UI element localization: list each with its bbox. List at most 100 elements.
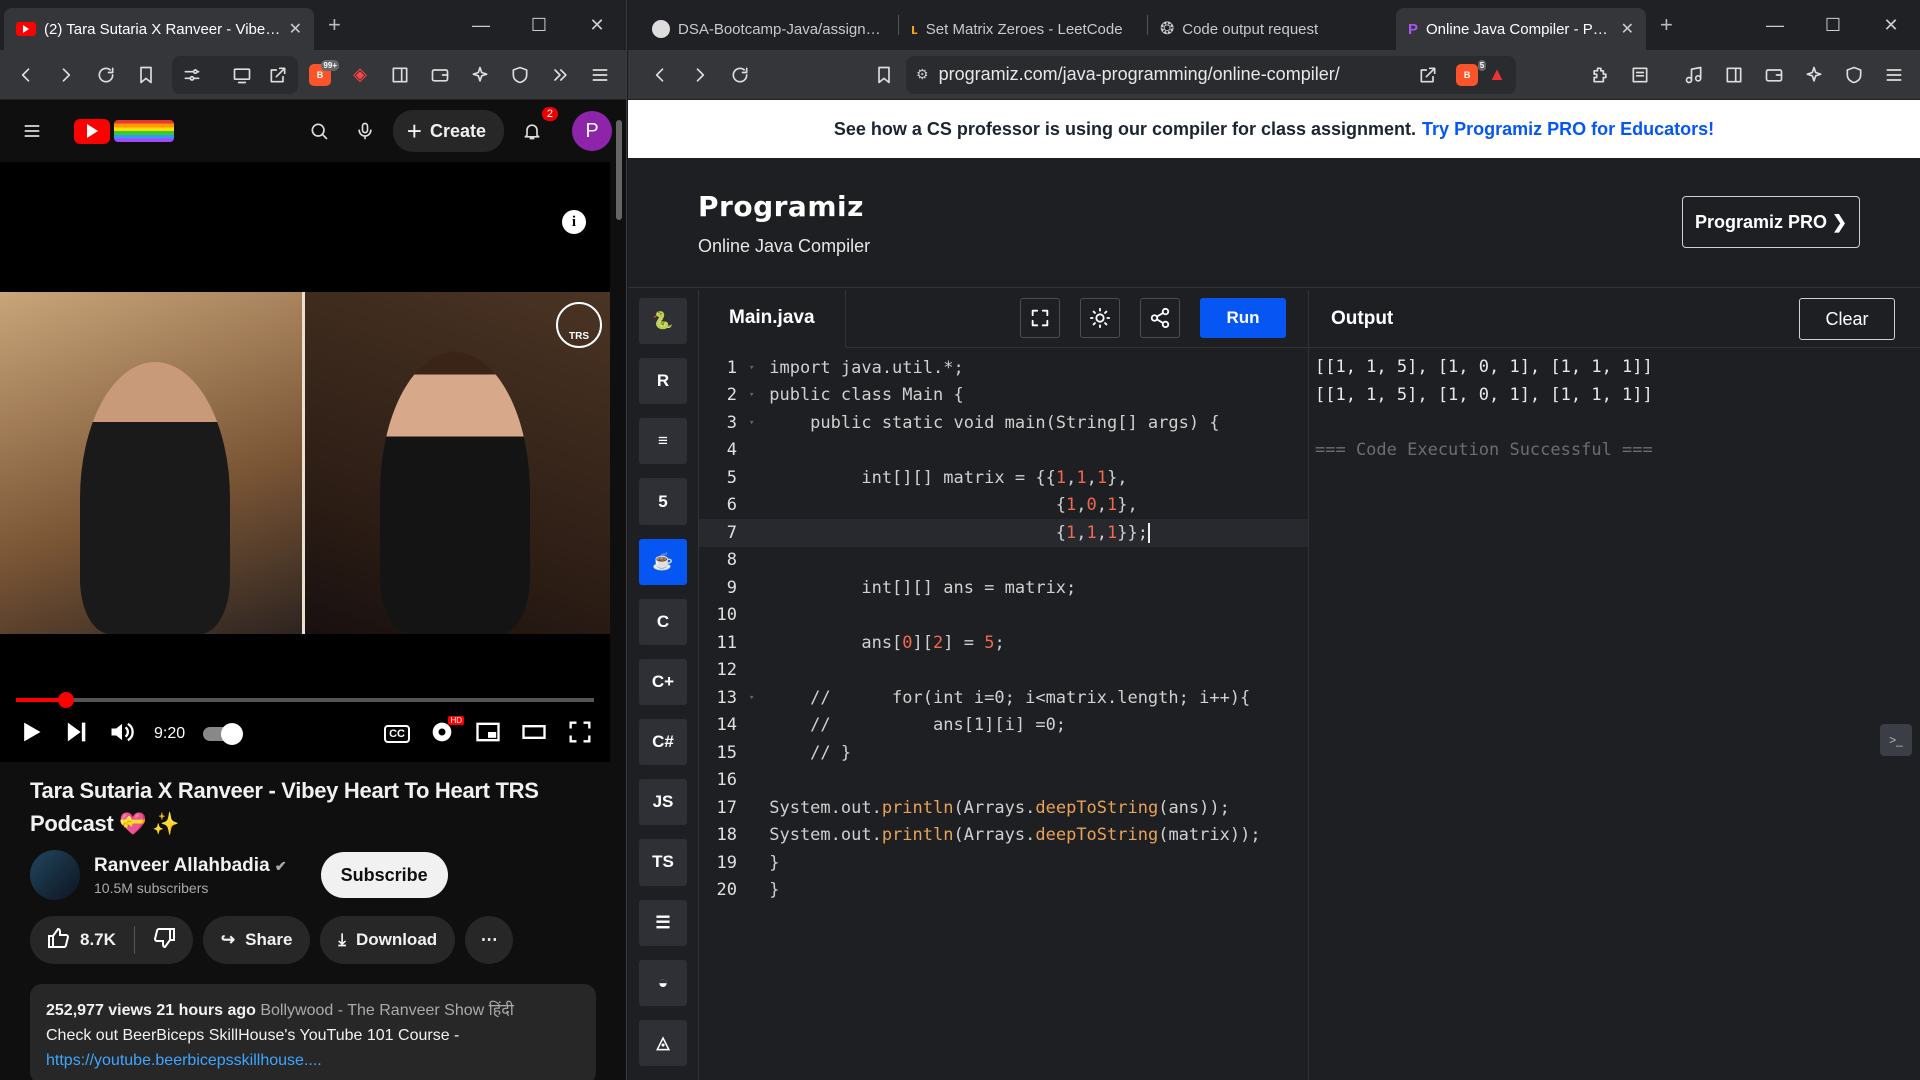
media-icon[interactable] [1676, 57, 1712, 93]
reload-icon[interactable] [88, 57, 124, 93]
swift-icon[interactable]: ◒ [639, 959, 687, 1006]
settings-gear-icon[interactable]: HD [428, 715, 464, 751]
description-link[interactable]: https://youtube.beerbicepsskillhouse.... [46, 1052, 322, 1069]
extension-icon[interactable]: ◈ [342, 57, 378, 93]
go-icon[interactable]: ☰ [639, 899, 687, 946]
tab-leetcode[interactable]: ʟ Set Matrix Zeroes - LeetCode [899, 8, 1147, 50]
minimize-icon[interactable]: — [1746, 0, 1804, 50]
site-settings-icon[interactable]: ⚙ [916, 66, 929, 83]
close-window-icon[interactable]: ✕ [568, 0, 626, 50]
leo-ai-icon[interactable] [462, 57, 498, 93]
share-code-icon[interactable] [1140, 298, 1180, 338]
new-tab-button[interactable]: + [1646, 12, 1687, 38]
python-icon[interactable]: 🐍 [639, 298, 687, 345]
forward-icon[interactable] [48, 57, 84, 93]
microphone-icon[interactable] [347, 113, 383, 149]
description-tags[interactable]: Bollywood - The Ranveer Show हिंदी [260, 1002, 514, 1019]
volume-icon[interactable] [108, 718, 136, 751]
notifications-bell-icon[interactable]: 2 [514, 107, 558, 149]
menu-icon[interactable] [582, 57, 618, 93]
download-button[interactable]: ⤓ Download [320, 916, 456, 964]
clear-button[interactable]: Clear [1799, 298, 1895, 340]
code-editor[interactable]: Main.java Run 1 ▾ import java.util.*; 2 ▾ … [699, 290, 1309, 1080]
brave-shields-icon[interactable]: B5 [1456, 59, 1487, 86]
back-icon[interactable] [8, 57, 44, 93]
progress-scrubber[interactable] [57, 692, 74, 708]
vpn-icon[interactable] [502, 57, 538, 93]
site-settings-icon[interactable] [174, 57, 210, 93]
like-dislike-button[interactable]: 8.7K [30, 916, 193, 964]
output-console[interactable]: [[1, 1, 5], [1, 0, 1], [1, 1, 1]] [[1, 1… [1309, 348, 1920, 464]
run-button[interactable]: Run [1200, 298, 1286, 338]
create-button[interactable]: + Create [392, 110, 504, 152]
search-icon[interactable] [301, 113, 337, 149]
maximize-icon[interactable]: ☐ [510, 0, 568, 50]
share-icon[interactable] [260, 57, 296, 93]
close-tab-icon[interactable]: ✕ [1621, 19, 1634, 39]
programiz-logo[interactable]: Programiz [698, 190, 864, 223]
brave-rewards-icon[interactable]: ▲ [1488, 64, 1506, 85]
theme-toggle-icon[interactable] [1080, 298, 1120, 338]
leo-ai-icon[interactable] [1796, 57, 1832, 93]
close-tab-icon[interactable]: ✕ [289, 19, 302, 39]
fullscreen-icon[interactable] [566, 718, 594, 751]
info-icon[interactable]: i [562, 210, 586, 234]
page-scrollbar[interactable] [612, 100, 626, 1080]
php-icon[interactable]: ◬ [639, 1019, 687, 1067]
menu-icon[interactable] [1876, 57, 1912, 93]
csharp-icon[interactable]: C# [639, 719, 687, 766]
youtube-logo[interactable] [74, 118, 174, 144]
bookmark-icon[interactable] [866, 57, 902, 93]
channel-avatar[interactable] [30, 850, 80, 900]
sidebar-icon[interactable] [382, 57, 418, 93]
reload-icon[interactable] [722, 57, 758, 93]
url-text[interactable]: programiz.com/java-programming/online-co… [939, 64, 1401, 85]
wallet-icon[interactable] [422, 57, 458, 93]
like-icon[interactable] [46, 926, 70, 955]
wallet-icon[interactable] [1756, 57, 1792, 93]
dislike-icon[interactable] [153, 926, 177, 955]
feedback-widget-icon[interactable]: >_ [1880, 724, 1912, 756]
bookmark-icon[interactable] [128, 57, 164, 93]
more-actions-button[interactable]: ⋯ [465, 916, 514, 964]
description-box[interactable]: 252,977 views 21 hours ago Bollywood - T… [30, 984, 596, 1080]
more-extensions-icon[interactable] [542, 57, 578, 93]
forward-icon[interactable] [682, 57, 718, 93]
cpp-icon[interactable]: C+ [639, 658, 687, 706]
channel-name[interactable]: Ranveer Allahbadia ✔ [94, 855, 287, 877]
video-player[interactable]: i TRS 9:20 CC HD [0, 162, 610, 762]
fullscreen-icon[interactable] [1020, 298, 1060, 338]
close-window-icon[interactable]: ✕ [1862, 0, 1920, 50]
video-frame[interactable]: TRS [0, 292, 610, 634]
miniplayer-icon[interactable] [474, 718, 502, 751]
address-bar[interactable] [172, 55, 298, 94]
new-tab-button[interactable]: + [314, 12, 355, 38]
sidebar-icon[interactable] [1716, 57, 1752, 93]
next-icon[interactable] [62, 718, 90, 751]
tab-chatgpt[interactable]: ❂ Code output request [1148, 8, 1396, 50]
typescript-icon[interactable]: TS [639, 839, 687, 886]
reader-mode-icon[interactable] [1622, 57, 1658, 93]
back-icon[interactable] [642, 57, 678, 93]
play-icon[interactable] [16, 718, 44, 751]
extensions-icon[interactable] [1582, 57, 1618, 93]
vpn-icon[interactable] [1836, 57, 1872, 93]
maximize-icon[interactable]: ☐ [1804, 0, 1862, 50]
share-icon[interactable] [1410, 57, 1446, 93]
captions-icon[interactable]: CC [384, 725, 410, 743]
share-button[interactable]: ↪ Share [202, 916, 311, 964]
html-icon[interactable]: 5 [639, 478, 687, 525]
cast-icon[interactable] [224, 57, 260, 93]
avatar[interactable]: P [572, 111, 612, 151]
progress-bar[interactable] [16, 692, 594, 708]
subscribe-button[interactable]: Subscribe [320, 852, 448, 898]
file-tab[interactable]: Main.java [699, 290, 846, 348]
banner-link[interactable]: Try Programiz PRO for Educators! [1422, 119, 1714, 140]
programiz-pro-button[interactable]: Programiz PRO ❯ [1682, 196, 1860, 248]
c-icon[interactable]: C [639, 598, 687, 645]
theater-mode-icon[interactable] [520, 718, 548, 751]
tab-youtube[interactable]: (2) Tara Sutaria X Ranveer - Vibey Heart… [4, 8, 314, 50]
code-area[interactable]: 1 ▾ import java.util.*; 2 ▾ public class M… [699, 348, 1308, 904]
javascript-icon[interactable]: JS [639, 779, 687, 826]
hamburger-menu-icon[interactable] [14, 113, 50, 149]
